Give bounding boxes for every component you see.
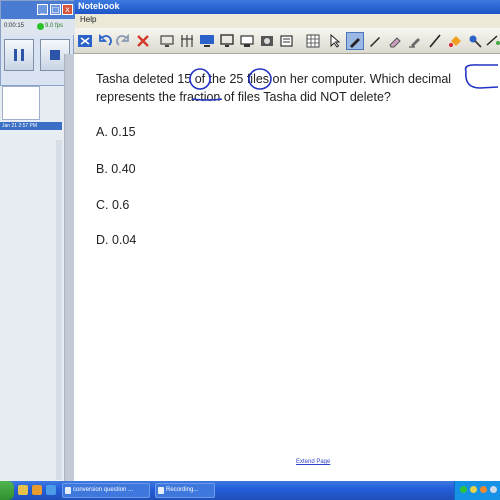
taskbar: conversion question ... Recording... xyxy=(0,481,500,500)
task-recording[interactable]: Recording... xyxy=(155,483,215,498)
question-text-part: represents the xyxy=(96,90,180,104)
tray-network-icon[interactable] xyxy=(470,486,477,493)
extend-page-link[interactable]: Extend Page xyxy=(296,459,330,465)
maximize-icon[interactable]: □ xyxy=(50,4,61,15)
window-title-bar: Notebook xyxy=(74,0,500,14)
question-text: Tasha deleted 15 of the 25 files on her … xyxy=(96,70,500,106)
recorder-widget: _ □ x 0:00:15 9.0 fps xyxy=(0,0,75,86)
question-line-2: represents the fraction of files Tasha d… xyxy=(96,88,500,106)
line-icon[interactable] xyxy=(426,32,444,50)
display-icon[interactable] xyxy=(198,32,216,50)
recording-status-icon xyxy=(37,23,44,30)
magic-pen-icon[interactable] xyxy=(466,32,484,50)
panel-splitter[interactable] xyxy=(64,54,74,481)
circled-word-decimal: decimal xyxy=(408,72,452,86)
screen-capture-icon[interactable] xyxy=(158,32,176,50)
tray-status-icon[interactable] xyxy=(460,486,467,493)
pause-icon xyxy=(14,49,24,61)
recording-time: 0:00:15 xyxy=(4,23,25,29)
tray-app-icon[interactable] xyxy=(480,486,487,493)
answer-letter: C. xyxy=(96,198,109,212)
more-tools-icon[interactable] xyxy=(484,32,500,50)
circled-number-15: 15 xyxy=(177,72,192,86)
window-title: Notebook xyxy=(78,1,120,11)
tray-volume-icon[interactable] xyxy=(490,486,497,493)
close-icon[interactable]: x xyxy=(62,4,73,15)
document-camera-icon[interactable] xyxy=(278,32,296,50)
eraser-icon[interactable] xyxy=(386,32,404,50)
question-text-part: of the xyxy=(191,72,230,86)
answer-value: 0.40 xyxy=(111,162,136,176)
pen-tool-icon[interactable] xyxy=(346,32,364,50)
question-text-part: Tasha deleted xyxy=(96,72,178,86)
answer-choice-b: B. 0.40 xyxy=(96,162,136,176)
task-conversion-question[interactable]: conversion question ... xyxy=(62,483,150,498)
page-sorter-panel: Jan 21 2:57 PM xyxy=(0,86,64,481)
menu-help[interactable]: Help xyxy=(80,15,96,24)
notebook-page[interactable]: Tasha deleted 15 of the 25 files on her … xyxy=(74,55,500,481)
redo-icon[interactable] xyxy=(114,32,132,50)
recorder-title-bar: _ □ x xyxy=(1,1,75,19)
answer-choice-a: A. 0.15 xyxy=(96,125,136,139)
answer-letter: A. xyxy=(96,125,108,139)
quick-launch-browser-icon[interactable] xyxy=(46,485,56,495)
projector-icon[interactable] xyxy=(238,32,256,50)
minimize-icon[interactable]: _ xyxy=(37,4,48,15)
pause-button[interactable] xyxy=(4,39,34,71)
screen-shade-icon[interactable] xyxy=(76,32,94,50)
answer-choice-c: C. 0.6 xyxy=(96,198,129,212)
answer-letter: B. xyxy=(96,162,108,176)
question-text-part: of files Tasha did NOT delete? xyxy=(220,90,391,104)
grid-icon[interactable] xyxy=(304,32,322,50)
question-text-part: files on her computer. Which xyxy=(243,72,409,86)
sidebar-scrollbar[interactable] xyxy=(56,140,62,480)
pen-icon[interactable] xyxy=(366,32,384,50)
undo-icon[interactable] xyxy=(96,32,114,50)
start-button[interactable] xyxy=(0,481,14,500)
answer-value: 0.15 xyxy=(111,125,136,139)
toolbar xyxy=(74,28,500,54)
system-tray xyxy=(454,481,500,500)
page-thumbnail[interactable] xyxy=(2,86,40,120)
circled-number-25: 25 xyxy=(229,72,244,86)
delete-icon[interactable] xyxy=(134,32,152,50)
recording-fps: 9.0 fps xyxy=(45,23,64,29)
fill-icon[interactable] xyxy=(446,32,464,50)
thumbnail-label: Jan 21 2:57 PM xyxy=(0,122,62,130)
answer-value: 0.04 xyxy=(111,233,137,247)
answer-choice-d: D. 0.04 xyxy=(96,233,136,247)
select-arrow-icon[interactable] xyxy=(326,32,344,50)
stop-icon xyxy=(50,50,60,60)
quick-launch-app-icon[interactable] xyxy=(32,485,42,495)
highlighter-icon[interactable] xyxy=(406,32,424,50)
recorder-info: 0:00:15 9.0 fps xyxy=(1,19,75,35)
table-icon[interactable] xyxy=(178,32,196,50)
underlined-word-fraction: fraction xyxy=(179,90,221,104)
question-line-1: Tasha deleted 15 of the 25 files on her … xyxy=(96,70,500,88)
answer-letter: D. xyxy=(96,233,109,247)
camera-icon[interactable] xyxy=(258,32,276,50)
monitor-icon[interactable] xyxy=(218,32,236,50)
quick-launch-folder-icon[interactable] xyxy=(18,485,28,495)
answer-value: 0.6 xyxy=(111,198,130,212)
menu-bar: Help xyxy=(74,14,500,28)
